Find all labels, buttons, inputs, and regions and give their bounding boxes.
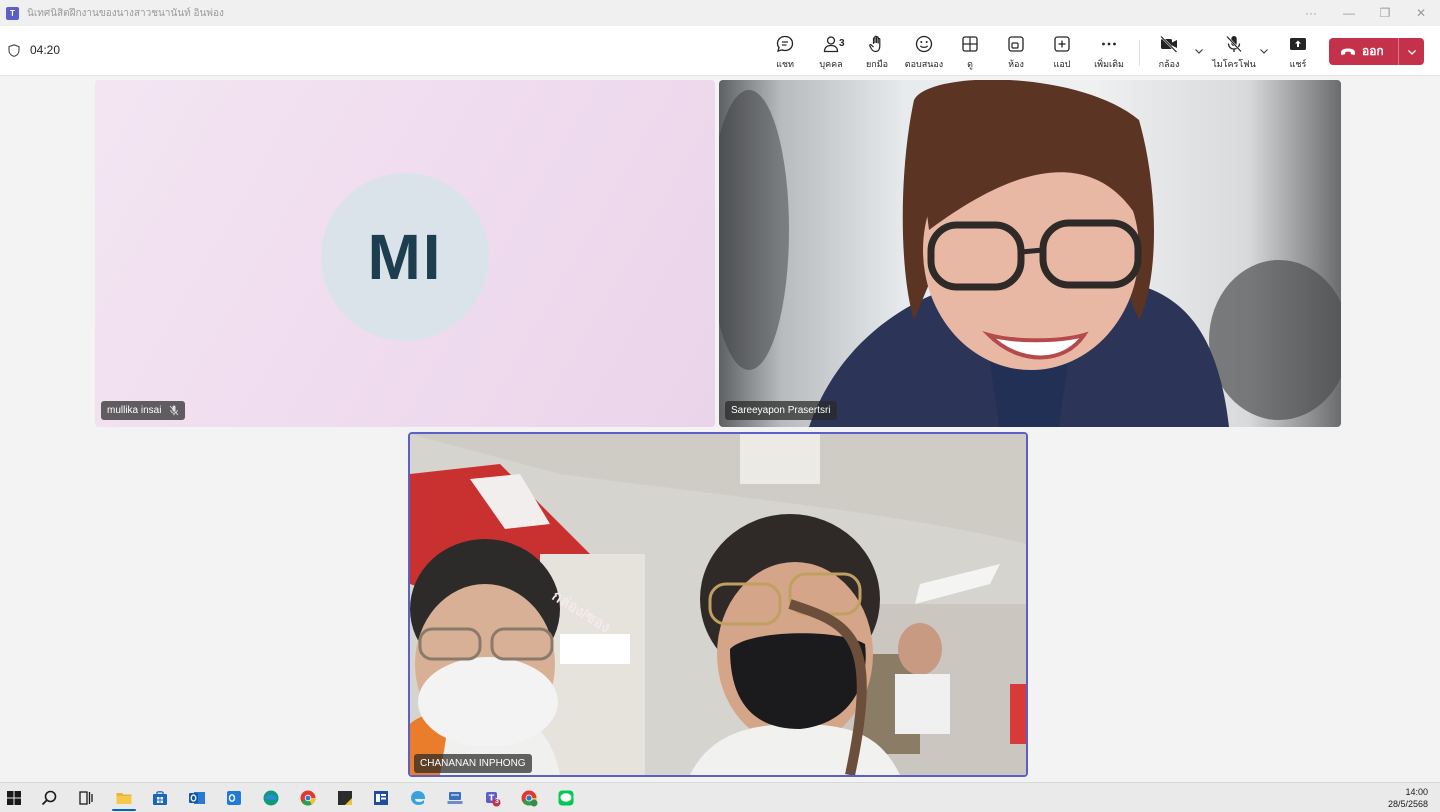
task-view-icon[interactable] — [75, 787, 97, 809]
meeting-timer: 04:20 — [8, 43, 60, 57]
react-label: ตอบสนอง — [904, 59, 944, 69]
apps-label: แอป — [1053, 59, 1071, 69]
outlook-new-icon[interactable] — [223, 787, 245, 809]
chat-button[interactable]: แชท — [763, 34, 807, 72]
camera-button[interactable]: กล้อง — [1147, 34, 1191, 72]
participant-tile-sareeyapon[interactable]: Sareeyapon Prasertsri — [719, 80, 1341, 427]
teams-icon[interactable]: T 3 — [481, 787, 503, 809]
outlook-icon[interactable] — [186, 787, 208, 809]
system-clock[interactable]: 14:00 28/5/2568 — [1388, 786, 1428, 810]
camera-options-chevron-icon[interactable] — [1193, 45, 1205, 57]
chrome-profile-icon[interactable] — [518, 787, 540, 809]
participant-name: mullika insai — [107, 405, 162, 416]
participant-name: CHANANAN INPHONG — [420, 758, 526, 769]
more-icon — [1102, 42, 1116, 46]
clock-date: 28/5/2568 — [1387, 799, 1428, 809]
grid-view-icon — [962, 36, 978, 52]
chat-icon — [776, 35, 794, 52]
video-stage: MI mullika insai Sareeyapon Prasertsri ก… — [0, 77, 1440, 782]
mic-off-icon — [1226, 35, 1242, 53]
participant-name-tag: Sareeyapon Prasertsri — [725, 401, 837, 420]
windows-taskbar: T 3 14:00 28/5/2568 — [0, 782, 1440, 812]
rooms-button[interactable]: ห้อง — [994, 34, 1038, 72]
clock-time: 14:00 — [1405, 787, 1428, 797]
search-icon[interactable] — [38, 787, 60, 809]
react-button[interactable]: ตอบสนอง — [902, 34, 946, 72]
toolbar-divider — [1139, 40, 1140, 66]
mic-options-chevron-icon[interactable] — [1258, 45, 1270, 57]
people-count: 3 — [839, 38, 845, 49]
share-label: แชร์ — [1289, 59, 1307, 69]
emoji-icon — [915, 35, 933, 53]
mic-button[interactable]: ไมโครโฟน — [1212, 34, 1256, 72]
timer-text: 04:20 — [30, 43, 61, 57]
participant-video-feed — [719, 80, 1341, 427]
sticky-notes-icon[interactable] — [334, 787, 356, 809]
avatar: MI — [321, 173, 489, 341]
edge-legacy-icon[interactable] — [407, 787, 429, 809]
camera-off-icon — [1160, 35, 1178, 53]
leave-button[interactable]: ออก — [1329, 38, 1424, 65]
word-icon[interactable] — [370, 787, 392, 809]
apps-button[interactable]: แอป — [1040, 34, 1084, 72]
more-label: เพิ่มเติม — [1094, 59, 1124, 69]
teams-app-icon: T — [6, 6, 19, 20]
store-icon[interactable] — [149, 787, 171, 809]
teams-badge: 3 — [495, 798, 499, 805]
meeting-toolbar: 04:20 แชท 3 บุคคล ยกมือ ตอบสนอง ดู ห้อง … — [0, 26, 1440, 76]
network-icon[interactable] — [444, 787, 466, 809]
mic-off-icon — [170, 405, 179, 416]
chevron-down-icon — [1407, 49, 1416, 55]
close-window-button[interactable]: ✕ — [1406, 0, 1436, 26]
participant-video-feed — [410, 434, 1026, 775]
active-app-indicator — [112, 809, 136, 811]
edge-icon[interactable] — [260, 787, 282, 809]
view-label: ดู — [967, 59, 973, 69]
hang-up-icon — [1341, 48, 1355, 55]
file-explorer-icon[interactable] — [113, 787, 135, 809]
chat-label: แชท — [776, 59, 794, 69]
view-button[interactable]: ดู — [948, 34, 992, 72]
leave-label: ออก — [1362, 44, 1384, 58]
more-button[interactable]: เพิ่มเติม — [1087, 34, 1131, 72]
leave-options[interactable] — [1399, 46, 1424, 58]
window-title: นิเทศนิสิตฝึกงานของนางสาวชนานันท์ อินพ่อ… — [27, 7, 224, 19]
chrome-icon[interactable] — [297, 787, 319, 809]
participant-name: Sareeyapon Prasertsri — [731, 405, 831, 416]
add-app-icon — [1054, 36, 1070, 52]
raise-hand-label: ยกมือ — [865, 59, 889, 69]
raise-hand-icon — [869, 35, 881, 53]
window-titlebar: T นิเทศนิสิตฝึกงานของนางสาวชนานันท์ อินพ… — [0, 0, 1440, 26]
participant-name-tag: mullika insai — [101, 401, 186, 420]
rooms-icon — [1008, 36, 1024, 52]
leave-main[interactable]: ออก — [1329, 38, 1399, 65]
restore-button[interactable]: ❐ — [1370, 0, 1400, 26]
people-icon — [823, 36, 839, 53]
people-button[interactable]: 3 บุคคล — [809, 34, 853, 72]
windows-start-icon[interactable] — [3, 787, 25, 809]
camera-label: กล้อง — [1158, 59, 1180, 69]
participant-tile-mullika[interactable]: MI mullika insai — [95, 80, 715, 427]
share-button[interactable]: แชร์ — [1276, 34, 1320, 72]
raise-hand-button[interactable]: ยกมือ — [855, 34, 899, 72]
rooms-label: ห้อง — [1008, 59, 1024, 69]
line-icon[interactable] — [555, 787, 577, 809]
minimize-button[interactable]: — — [1334, 0, 1364, 26]
participant-tile-chananan[interactable]: กล่อง/ซอง CHANANAN INPHONG — [408, 432, 1028, 777]
share-icon — [1290, 38, 1306, 50]
shield-icon — [8, 43, 20, 57]
mic-label: ไมโครโฟน — [1212, 59, 1256, 69]
people-label: บุคคล — [819, 59, 843, 69]
participant-name-tag: CHANANAN INPHONG — [414, 754, 532, 773]
window-more-button[interactable]: ··· — [1296, 0, 1326, 26]
